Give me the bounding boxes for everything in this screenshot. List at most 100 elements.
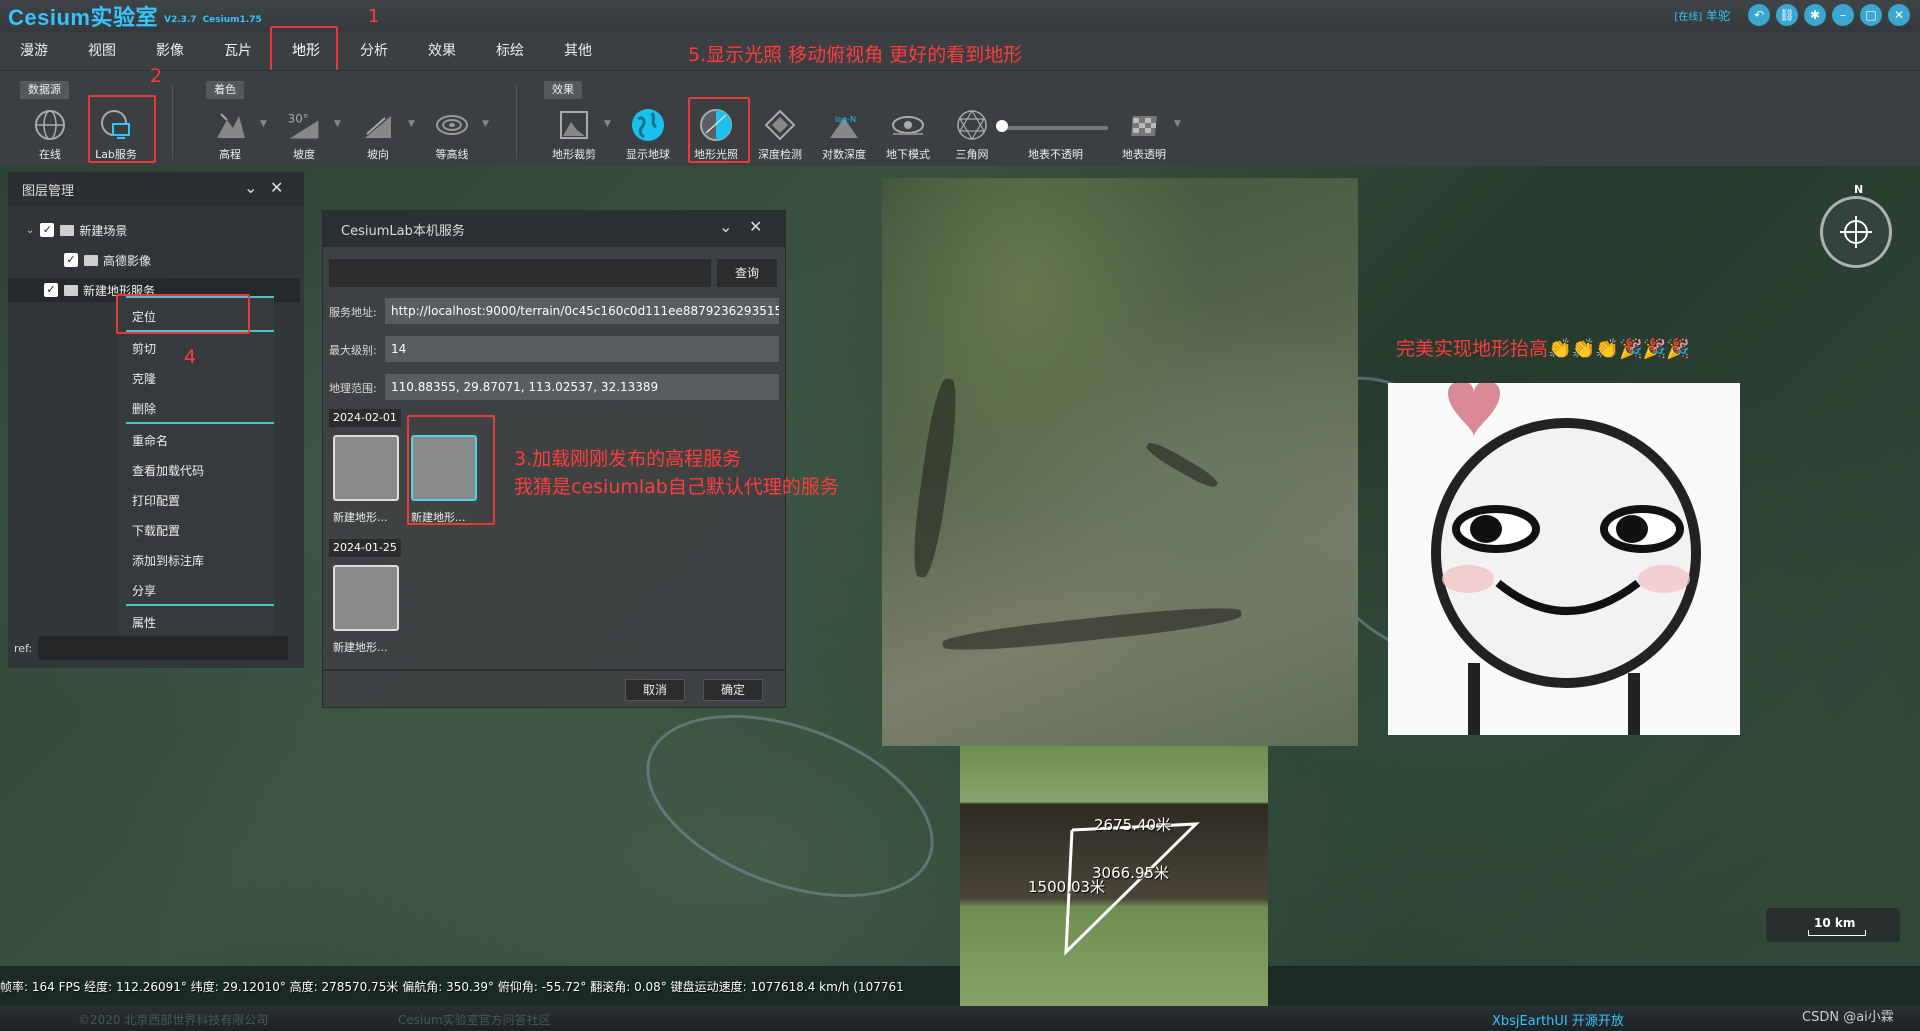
terrain-ridge <box>1143 438 1221 492</box>
chevron-down-icon[interactable]: ▼ <box>334 119 341 129</box>
range-field[interactable]: 110.88355, 29.87071, 113.02537, 32.13389 <box>385 374 779 400</box>
menu-roam[interactable]: 漫游 <box>0 32 68 70</box>
menu-tiles[interactable]: 瓦片 <box>204 32 272 70</box>
menu-imagery[interactable]: 影像 <box>136 32 204 70</box>
checkbox[interactable]: ✓ <box>40 223 55 237</box>
tool-show-globe[interactable]: 显示地球 <box>616 107 680 162</box>
service-thumbnail[interactable] <box>333 435 399 501</box>
chevron-down-icon[interactable]: ▼ <box>408 119 415 129</box>
checkbox[interactable]: ✓ <box>64 253 78 267</box>
menu-divider <box>126 422 274 424</box>
ref-input[interactable] <box>38 636 289 660</box>
ctx-print-config[interactable]: 打印配置 <box>132 492 180 509</box>
menu-plot[interactable]: 标绘 <box>476 32 544 70</box>
settings-icon[interactable]: ✱ <box>1804 4 1826 26</box>
image-layer-icon <box>64 284 78 296</box>
menu-analysis[interactable]: 分析 <box>340 32 408 70</box>
menu-effects[interactable]: 效果 <box>408 32 476 70</box>
brand-link[interactable]: XbsjEarthUI 开源开放 <box>1492 1010 1624 1029</box>
highlight-terrain-menu <box>270 26 338 72</box>
tool-underground[interactable]: 地下模式 <box>876 107 940 162</box>
annotation-step3-line2: 我猜是cesiumlab自己默认代理的服务 <box>514 476 839 498</box>
tool-log-depth[interactable]: log-N 对数深度 <box>812 107 876 162</box>
ctx-view-code[interactable]: 查看加载代码 <box>132 462 204 479</box>
ribbon-toolbar: 数据源 着色 效果 在线 Lab服务 2 高程 ▼ 30° 坡度 ▼ 坡向 ▼ … <box>0 65 1920 166</box>
opacity-slider-track[interactable] <box>1006 126 1108 130</box>
layer-panel-title: 图层管理 <box>22 183 75 199</box>
tool-elevation[interactable]: 高程 <box>198 107 262 162</box>
elevation-icon <box>212 107 248 143</box>
chevron-down-icon[interactable]: ⌄ <box>26 225 34 236</box>
community-link[interactable]: Cesium实验室官方问答社区 <box>398 1011 551 1028</box>
minimize-icon[interactable]: – <box>1832 4 1854 26</box>
ctx-cut[interactable]: 剪切 <box>132 340 156 357</box>
tool-depth-test[interactable]: 深度检测 <box>748 107 812 162</box>
chevron-down-icon[interactable]: ▼ <box>260 119 267 129</box>
chevron-down-icon[interactable]: ▼ <box>482 119 489 129</box>
undo-icon[interactable]: ↶ <box>1748 4 1770 26</box>
search-input[interactable] <box>329 259 711 287</box>
tool-surface-transparent-label: 地表透明 <box>1122 148 1166 161</box>
app-title: Cesium实验室 <box>8 5 158 30</box>
ctx-clone[interactable]: 克隆 <box>132 370 156 387</box>
tool-triangle-mesh[interactable]: 三角网 <box>940 107 1004 162</box>
tool-log-depth-label: 对数深度 <box>822 148 866 161</box>
ctx-share[interactable]: 分享 <box>132 582 156 599</box>
smiling-face-icon <box>1431 383 1701 735</box>
tree-node-scene[interactable]: ⌄ ✓ 新建场景 <box>26 218 127 242</box>
measure-distance: 1500.03米 <box>1028 878 1106 896</box>
menu-other[interactable]: 其他 <box>544 32 612 70</box>
service-thumbnail-label: 新建地形... <box>333 511 388 524</box>
highlight-locate <box>116 294 250 334</box>
highlight-new-service <box>407 415 495 525</box>
image-layer-icon <box>84 254 98 266</box>
watermark: CSDN @ai小霖 <box>1802 1010 1894 1025</box>
chevron-down-icon[interactable]: ▼ <box>1174 119 1181 129</box>
tool-online[interactable]: 在线 <box>18 107 82 162</box>
tool-terrain-clip[interactable]: 地形裁剪 <box>542 107 606 162</box>
menu-view[interactable]: 视图 <box>68 32 136 70</box>
chevron-down-icon[interactable]: ▼ <box>604 119 611 129</box>
tool-surface-transparent[interactable]: 地表透明 <box>1112 107 1176 162</box>
link-icon[interactable]: ⛓ <box>1776 4 1798 26</box>
meme-image <box>1388 383 1740 735</box>
annotation-step3-line1: 3.加载刚刚发布的高程服务 <box>514 448 742 470</box>
tool-contour[interactable]: 等高线 <box>420 107 484 162</box>
cancel-button[interactable]: 取消 <box>625 679 685 701</box>
title-right: [在线] 羊驼 ↶ ⛓ ✱ – □ ✕ <box>1674 4 1910 26</box>
maxlevel-field[interactable]: 14 <box>385 336 779 362</box>
ok-button[interactable]: 确定 <box>703 679 763 701</box>
ctx-rename[interactable]: 重命名 <box>132 432 168 449</box>
checkbox[interactable]: ✓ <box>44 283 58 297</box>
maximize-icon[interactable]: □ <box>1860 4 1882 26</box>
terrain-ridge <box>908 377 962 579</box>
service-thumbnail[interactable] <box>333 565 399 631</box>
close-icon[interactable]: ✕ <box>1888 4 1910 26</box>
ctx-download-config[interactable]: 下载配置 <box>132 522 180 539</box>
tool-aspect[interactable]: 坡向 <box>346 107 410 162</box>
tool-slope[interactable]: 30° 坡度 <box>272 107 336 162</box>
compass-widget[interactable] <box>1820 196 1892 268</box>
close-icon[interactable]: ✕ <box>749 217 762 236</box>
tree-node-gaode-imagery[interactable]: ✓ 高德影像 <box>64 248 151 272</box>
tool-aspect-label: 坡向 <box>367 148 389 161</box>
checker-icon <box>1126 107 1162 143</box>
ctx-delete[interactable]: 删除 <box>132 400 156 417</box>
opacity-slider-knob[interactable] <box>996 120 1008 132</box>
query-button[interactable]: 查询 <box>717 259 777 287</box>
user-area[interactable]: [在线] 羊驼 <box>1674 7 1730 24</box>
url-label: 服务地址: <box>329 306 377 319</box>
folder-icon <box>60 224 75 236</box>
url-field[interactable]: http://localhost:9000/terrain/0c45c160c0… <box>385 298 779 324</box>
chevron-down-icon[interactable]: ⌄ <box>244 178 257 197</box>
ctx-add-to-library[interactable]: 添加到标注库 <box>132 552 204 569</box>
tool-underground-label: 地下模式 <box>886 148 930 161</box>
measure-distance: 2675.40米 <box>1094 816 1172 834</box>
ctx-properties[interactable]: 属性 <box>132 614 156 631</box>
close-icon[interactable]: ✕ <box>270 178 283 197</box>
ref-row: ref: <box>14 636 289 660</box>
group-coloring: 着色 <box>206 81 244 99</box>
chevron-down-icon[interactable]: ⌄ <box>719 217 732 236</box>
depth-test-icon <box>762 107 798 143</box>
layer-panel-header: 图层管理 ⌄ ✕ <box>8 172 304 206</box>
